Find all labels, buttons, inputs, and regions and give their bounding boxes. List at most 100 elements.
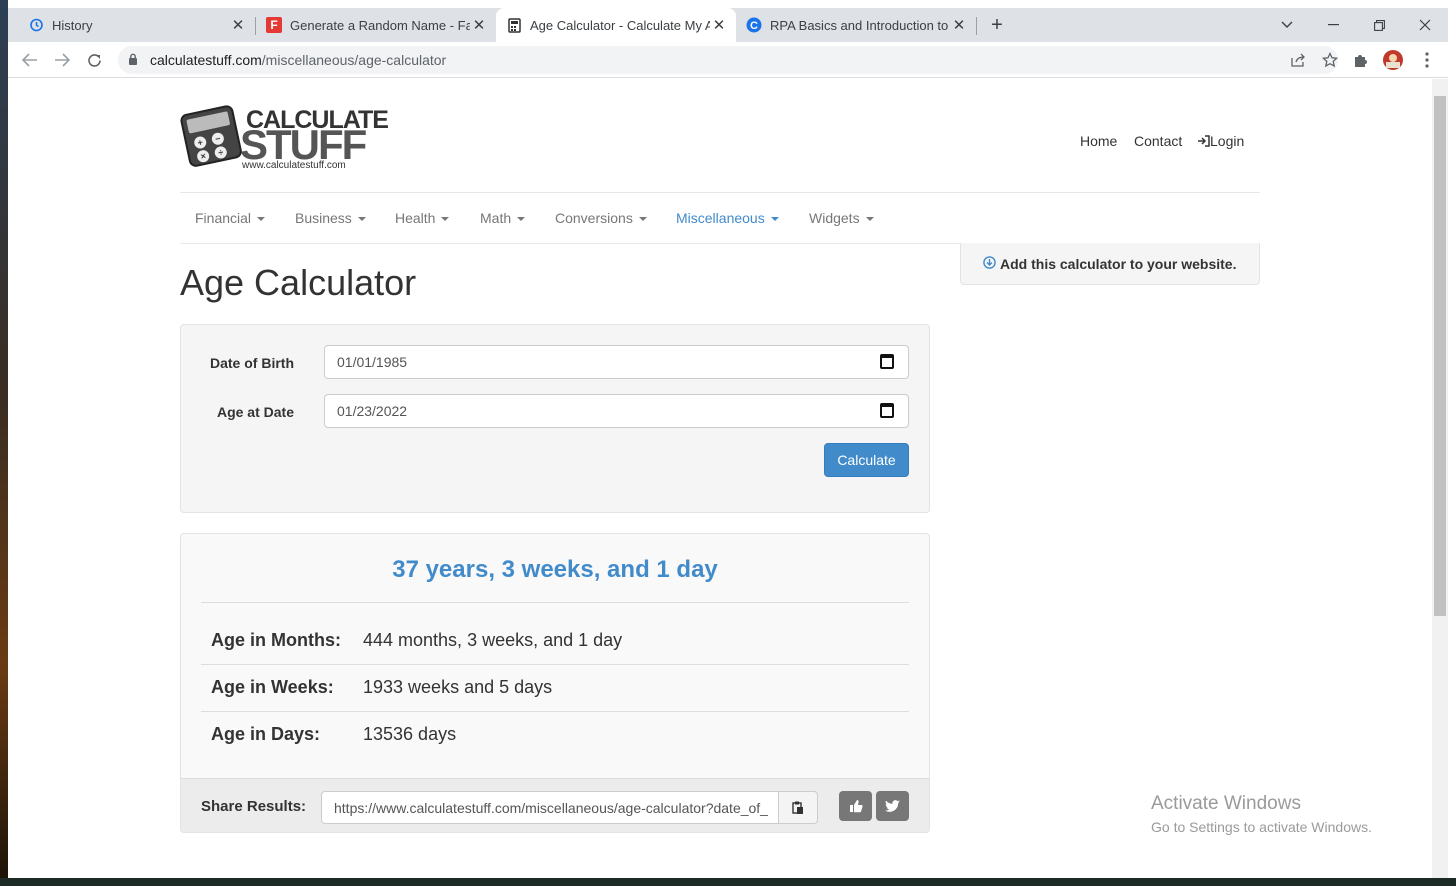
menu-label: Health <box>395 210 436 226</box>
menu-label: Widgets <box>809 210 860 226</box>
back-button[interactable] <box>18 48 42 72</box>
close-icon[interactable]: ✕ <box>470 16 488 34</box>
menu-math[interactable]: Math <box>480 210 526 226</box>
caret-down-icon <box>770 217 779 222</box>
address-bar[interactable]: calculatestuff.com/miscellaneous/age-cal… <box>118 46 1338 74</box>
taskbar <box>0 878 1456 886</box>
age-at-value: 01/23/2022 <box>337 403 408 419</box>
result-row-days: Age in Days: 13536 days <box>201 712 909 759</box>
caret-down-icon <box>517 217 526 222</box>
result-headline: 37 years, 3 weeks, and 1 day <box>392 556 718 583</box>
calendar-icon[interactable] <box>880 403 894 418</box>
result-value: 444 months, 3 weeks, and 1 day <box>363 630 623 650</box>
menu-label: Business <box>295 210 352 226</box>
menu-kebab-icon[interactable] <box>1415 48 1439 72</box>
url-path: /miscellaneous/age-calculator <box>261 52 447 68</box>
reload-button[interactable] <box>82 48 106 72</box>
tab-fake-name[interactable]: F Generate a Random Name - Fake ✕ <box>256 8 496 42</box>
scrollbar-thumb[interactable] <box>1434 96 1446 616</box>
desktop-edge <box>0 0 8 886</box>
nav-contact-link[interactable]: Contact <box>1134 133 1182 149</box>
tab-title: Age Calculator - Calculate My Ag <box>530 17 710 33</box>
menu-label: Math <box>480 210 512 226</box>
tab-rpa-basics[interactable]: C RPA Basics and Introduction to U ✕ <box>736 8 976 42</box>
menu-business[interactable]: Business <box>295 210 366 226</box>
history-icon <box>28 17 44 33</box>
nav-home-link[interactable]: Home <box>1080 133 1117 149</box>
tab-divider <box>976 17 977 35</box>
login-icon <box>1198 135 1210 147</box>
tab-strip: History ✕ F Generate a Random Name - Fak… <box>8 8 1448 42</box>
twitter-icon <box>885 799 900 812</box>
calculate-button[interactable]: Calculate <box>824 443 909 477</box>
login-label: Login <box>1210 133 1245 149</box>
new-tab-button[interactable]: + <box>984 12 1010 38</box>
browser-toolbar: calculatestuff.com/miscellaneous/age-cal… <box>8 42 1448 78</box>
twitter-share-button[interactable] <box>876 791 909 821</box>
dob-date-input[interactable]: 01/01/1985 <box>324 345 909 379</box>
close-icon[interactable]: ✕ <box>229 16 247 34</box>
share-url-input[interactable]: https://www.calculatestuff.com/miscellan… <box>321 791 779 824</box>
watermark-title: Activate Windows <box>1151 793 1301 814</box>
extensions-puzzle-icon[interactable] <box>1349 48 1373 72</box>
fake-name-favicon-icon: F <box>266 17 282 33</box>
site-logo[interactable]: + − × ÷ CALCULATE STUFF www.calculatestu… <box>180 104 389 172</box>
results-panel: 37 years, 3 weeks, and 1 day Age in Mont… <box>180 533 930 833</box>
calculator-favicon-icon <box>506 17 522 33</box>
result-value: 13536 days <box>363 724 457 744</box>
share-results-bar: Share Results: https://www.calculatestuf… <box>181 778 929 832</box>
tab-history[interactable]: History ✕ <box>8 8 255 42</box>
result-label: Age in Months: <box>211 630 341 650</box>
thumbs-up-icon <box>849 800 863 813</box>
minimize-button[interactable] <box>1310 8 1356 42</box>
tab-search-chevron-icon[interactable] <box>1264 8 1310 42</box>
result-label: Age in Weeks: <box>211 677 334 697</box>
google-c-favicon-icon: C <box>746 17 762 33</box>
profile-avatar[interactable] <box>1381 48 1405 72</box>
calendar-icon[interactable] <box>880 354 894 369</box>
header-divider <box>180 192 1260 193</box>
tab-title: History <box>52 17 93 33</box>
share-icon[interactable] <box>1286 48 1310 72</box>
like-button[interactable] <box>839 791 872 821</box>
result-row-months: Age in Months: 444 months, 3 weeks, and … <box>201 618 909 665</box>
menu-miscellaneous[interactable]: Miscellaneous <box>676 210 779 226</box>
result-row-weeks: Age in Weeks: 1933 weeks and 5 days <box>201 665 909 712</box>
tab-title: RPA Basics and Introduction to U <box>770 17 950 33</box>
menu-health[interactable]: Health <box>395 210 450 226</box>
menu-label: Miscellaneous <box>676 210 765 226</box>
result-divider <box>201 602 909 603</box>
watermark-subtitle: Go to Settings to activate Windows. <box>1151 819 1372 835</box>
menu-financial[interactable]: Financial <box>195 210 266 226</box>
copy-clipboard-button[interactable] <box>778 791 818 824</box>
forward-button[interactable] <box>50 48 74 72</box>
download-circle-icon <box>983 255 996 272</box>
svg-text:C: C <box>750 20 758 32</box>
menu-label: Financial <box>195 210 252 226</box>
lock-icon <box>128 53 138 71</box>
add-calculator-widget-link[interactable]: Add this calculator to your website. <box>960 243 1260 285</box>
caret-down-icon <box>257 217 266 222</box>
nav-login-link[interactable]: Login <box>1197 133 1244 149</box>
close-icon[interactable]: ✕ <box>710 16 728 34</box>
caret-down-icon <box>357 217 366 222</box>
calculator-form: Date of Birth 01/01/1985 Age at Date 01/… <box>180 324 930 513</box>
dob-label: Date of Birth <box>210 355 294 371</box>
bookmark-star-icon[interactable] <box>1318 48 1342 72</box>
result-label: Age in Days: <box>211 724 321 744</box>
tab-title: Generate a Random Name - Fake <box>290 17 470 33</box>
restore-button[interactable] <box>1356 8 1402 42</box>
add-widget-label: Add this calculator to your website. <box>1000 255 1237 272</box>
activate-windows-watermark: Activate Windows Go to Settings to activ… <box>1151 793 1372 835</box>
age-at-date-input[interactable]: 01/23/2022 <box>324 394 909 428</box>
tab-age-calculator[interactable]: Age Calculator - Calculate My Ag ✕ <box>496 8 736 42</box>
clipboard-icon <box>792 801 803 814</box>
url-domain: calculatestuff.com <box>150 52 262 68</box>
caret-down-icon <box>865 217 874 222</box>
caret-down-icon <box>441 217 450 222</box>
logo-url: www.calculatestuff.com <box>242 160 346 171</box>
close-window-button[interactable] <box>1402 8 1448 42</box>
menu-widgets[interactable]: Widgets <box>809 210 874 226</box>
menu-conversions[interactable]: Conversions <box>555 210 647 226</box>
close-icon[interactable]: ✕ <box>950 16 968 34</box>
